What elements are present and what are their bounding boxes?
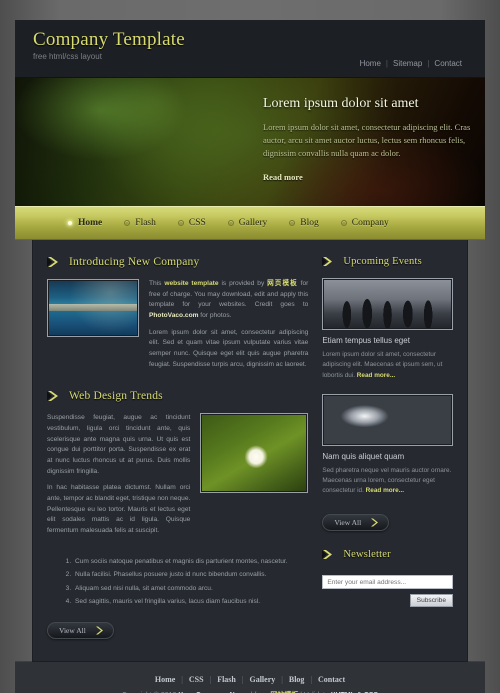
- sidebar-column: Upcoming Events Etiam tempus tellus eget…: [322, 256, 453, 639]
- nav-item-label: Company: [351, 218, 389, 228]
- newsletter-heading: Newsletter: [343, 548, 391, 560]
- intro-row: This website template is provided by 网页模…: [47, 279, 308, 376]
- nav-item-blog[interactable]: Blog: [289, 218, 319, 228]
- hero-title: Lorem ipsum dolor sit amet: [263, 96, 419, 111]
- bullet-icon: [340, 220, 347, 226]
- trends-section-header: Web Design Trends: [47, 390, 308, 402]
- chevron-right-icon: [47, 390, 62, 402]
- logo-block[interactable]: Company Template free html/css layout: [33, 29, 185, 61]
- trends-paragraph-2: In hac habitasse platea dictumst. Nullam…: [47, 484, 191, 535]
- nav-item-label: CSS: [188, 218, 206, 228]
- events-view-all-button[interactable]: View All: [322, 513, 390, 531]
- nav-item-home[interactable]: Home: [67, 218, 102, 228]
- chevron-right-icon: [322, 549, 336, 560]
- bullet-icon: [67, 220, 73, 226]
- footer-link-gallery[interactable]: Gallery: [243, 675, 281, 684]
- list-item: Cum sociis natoque penatibus et magnis d…: [73, 555, 308, 569]
- chevron-right-icon: [47, 256, 62, 268]
- trends-list: Cum sociis natoque penatibus et magnis d…: [73, 555, 308, 609]
- website-template-bold: website template: [164, 280, 219, 287]
- nav-item-flash[interactable]: Flash: [124, 218, 156, 228]
- intro-paragraph: Lorem ipsum dolor sit amet, consectetur …: [149, 328, 309, 368]
- top-navigation: Home | Sitemap | Contact: [355, 59, 467, 68]
- event-title: Etiam tempus tellus eget: [322, 336, 410, 345]
- intro-heading: Introducing New Company: [69, 256, 200, 268]
- hero-description: Lorem ipsum dolor sit amet, consectetur …: [263, 122, 471, 159]
- city-waterfront-photo: [49, 281, 137, 335]
- topnav-item-home[interactable]: Home: [355, 59, 386, 68]
- footer-link-css[interactable]: CSS: [183, 675, 210, 684]
- event-item: Nam quis aliquet quam Sed pharetra neque…: [322, 393, 453, 497]
- trends-text-block: Suspendisse feugiat, augue ac tincidunt …: [47, 413, 190, 542]
- nav-item-gallery[interactable]: Gallery: [227, 218, 268, 228]
- topnav-item-contact[interactable]: Contact: [429, 59, 467, 68]
- intro-image: [47, 279, 139, 337]
- event-image: [322, 278, 453, 330]
- nav-item-company[interactable]: Company: [340, 218, 389, 228]
- site-tagline: free html/css layout: [33, 52, 102, 61]
- arrow-right-icon: [95, 626, 106, 635]
- topnav-item-sitemap[interactable]: Sitemap: [388, 59, 427, 68]
- arrow-right-icon: [370, 518, 381, 527]
- credit-paragraph: This website template is provided by 网页模…: [149, 280, 309, 320]
- nav-item-label: Blog: [300, 218, 319, 228]
- site-title: Company Template: [33, 29, 185, 50]
- nav-item-css[interactable]: CSS: [177, 218, 206, 228]
- hero-text-block: Lorem ipsum dolor sit amet Lorem ipsum d…: [263, 96, 471, 185]
- view-all-label: View All: [59, 625, 86, 635]
- list-item: Sed sagittis, mauris vel fringilla variu…: [73, 595, 308, 609]
- trends-view-all-button[interactable]: View All: [47, 621, 114, 639]
- nav-item-label: Flash: [135, 218, 156, 228]
- trends-paragraph-1: Suspendisse feugiat, augue ac tincidunt …: [47, 414, 191, 475]
- event-item: Etiam tempus tellus eget Lorem ipsum dol…: [322, 278, 453, 381]
- subscribe-button[interactable]: Subscribe: [409, 594, 453, 607]
- site-header: Company Template free html/css layout Ho…: [15, 20, 485, 78]
- trends-row: Suspendisse feugiat, augue ac tincidunt …: [47, 413, 309, 542]
- photovaco-link[interactable]: PhotoVaco.com: [149, 312, 198, 319]
- event-image: [322, 393, 453, 446]
- hero-read-more-link[interactable]: Read more: [263, 172, 303, 182]
- page-container: Company Template free html/css layout Ho…: [15, 0, 485, 693]
- footer-link-home[interactable]: Home: [149, 675, 181, 684]
- trends-image: [200, 413, 309, 494]
- content-area: Introducing New Company This website tem…: [33, 240, 467, 661]
- metal-objects-photo: [324, 395, 451, 444]
- view-all-label: View All: [334, 517, 362, 527]
- intro-section-header: Introducing New Company: [47, 256, 308, 268]
- bullet-icon: [227, 220, 234, 226]
- credit-cn-link[interactable]: 网页模板: [267, 280, 298, 287]
- main-column: Introducing New Company This website tem…: [47, 256, 308, 639]
- event-title: Nam quis aliquet quam: [322, 451, 405, 461]
- crowd-silhouette-photo: [324, 280, 451, 328]
- bullet-icon: [289, 220, 296, 226]
- footer-link-contact[interactable]: Contact: [312, 675, 351, 684]
- event-text: Sed pharetra neque vel mauris auctor orn…: [322, 466, 452, 495]
- newsletter-email-input[interactable]: [322, 575, 453, 589]
- bullet-icon: [124, 220, 131, 226]
- chevron-right-icon: [322, 256, 336, 267]
- trends-heading: Web Design Trends: [69, 390, 163, 403]
- footer-link-flash[interactable]: Flash: [211, 675, 242, 684]
- main-navigation: Home Flash CSS Gallery Blog Company: [15, 206, 485, 240]
- list-item: Aliquam sed nisi nulla, sit amet commodo…: [73, 582, 308, 596]
- events-section-header: Upcoming Events: [322, 256, 453, 267]
- intro-text-block: This website template is provided by 网页模…: [149, 279, 308, 376]
- newsletter-section-header: Newsletter: [322, 549, 453, 560]
- nav-item-label: Gallery: [238, 218, 268, 228]
- list-item: Nulla facilisi. Phasellus posuere justo …: [73, 568, 308, 582]
- nav-item-label: Home: [78, 218, 103, 228]
- event-text: Lorem ipsum dolor sit amet, consectetur …: [322, 351, 443, 379]
- events-heading: Upcoming Events: [343, 256, 422, 267]
- site-footer: Home|CSS|Flash|Gallery|Blog|Contact Copy…: [15, 660, 485, 693]
- bullet-icon: [177, 220, 184, 226]
- hero-banner: Lorem ipsum dolor sit amet Lorem ipsum d…: [15, 78, 485, 206]
- footer-navigation: Home | CSS | Flash | Gallery | Blog | Contact: [15, 675, 485, 684]
- footer-link-blog[interactable]: Blog: [283, 675, 311, 684]
- event-read-more-link[interactable]: Read more...: [357, 372, 395, 379]
- daisy-flower-photo: [202, 415, 307, 492]
- event-read-more-link[interactable]: Read more...: [366, 487, 404, 494]
